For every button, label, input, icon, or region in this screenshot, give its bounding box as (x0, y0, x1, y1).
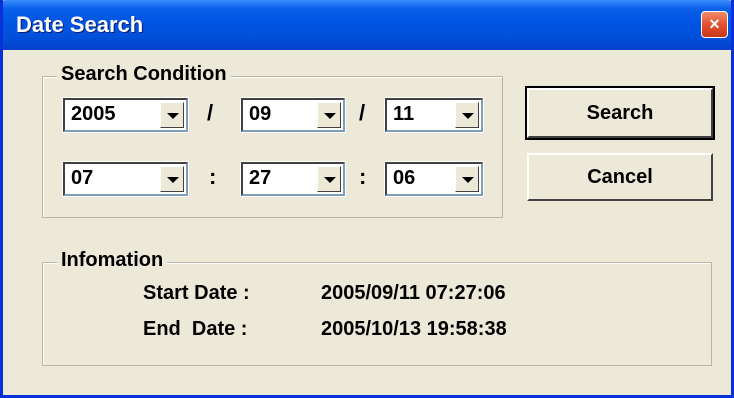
end-date-value: 2005/10/13 19:58:38 (321, 318, 507, 340)
year-select[interactable]: 2005 (62, 97, 189, 133)
chevron-down-icon[interactable] (317, 102, 341, 128)
second-value: 06 (393, 167, 416, 189)
minute-value: 27 (249, 167, 272, 189)
chevron-down-icon[interactable] (160, 102, 184, 128)
information-group: Infomation (42, 249, 712, 366)
end-date-label: End Date : (143, 318, 248, 340)
hour-select[interactable]: 07 (62, 161, 189, 197)
search-button[interactable]: Search (525, 86, 715, 140)
search-condition-legend: Search Condition (57, 63, 231, 86)
day-select[interactable]: 11 (384, 97, 484, 133)
chevron-down-icon[interactable] (160, 166, 184, 192)
chevron-down-icon[interactable] (455, 166, 479, 192)
month-select[interactable]: 09 (240, 97, 346, 133)
close-button[interactable]: × (701, 11, 728, 38)
dialog-title: Date Search (16, 12, 144, 37)
year-value: 2005 (71, 103, 116, 125)
title-bar[interactable]: Date Search × (3, 0, 731, 50)
month-value: 09 (249, 103, 272, 125)
time-separator: : (209, 164, 217, 189)
date-separator: / (359, 100, 366, 125)
minute-select[interactable]: 27 (240, 161, 346, 197)
information-legend: Infomation (57, 249, 168, 272)
start-date-value: 2005/09/11 07:27:06 (321, 282, 506, 304)
second-select[interactable]: 06 (384, 161, 484, 197)
time-separator: : (359, 164, 367, 189)
chevron-down-icon[interactable] (455, 102, 479, 128)
cancel-button[interactable]: Cancel (527, 153, 713, 201)
close-icon: × (709, 14, 720, 34)
date-separator: / (207, 100, 214, 125)
date-search-dialog: Date Search × Search Condition 2005 / 09… (0, 0, 734, 398)
hour-value: 07 (71, 167, 94, 189)
chevron-down-icon[interactable] (317, 166, 341, 192)
day-value: 11 (393, 103, 415, 125)
start-date-label: Start Date : (143, 282, 250, 304)
